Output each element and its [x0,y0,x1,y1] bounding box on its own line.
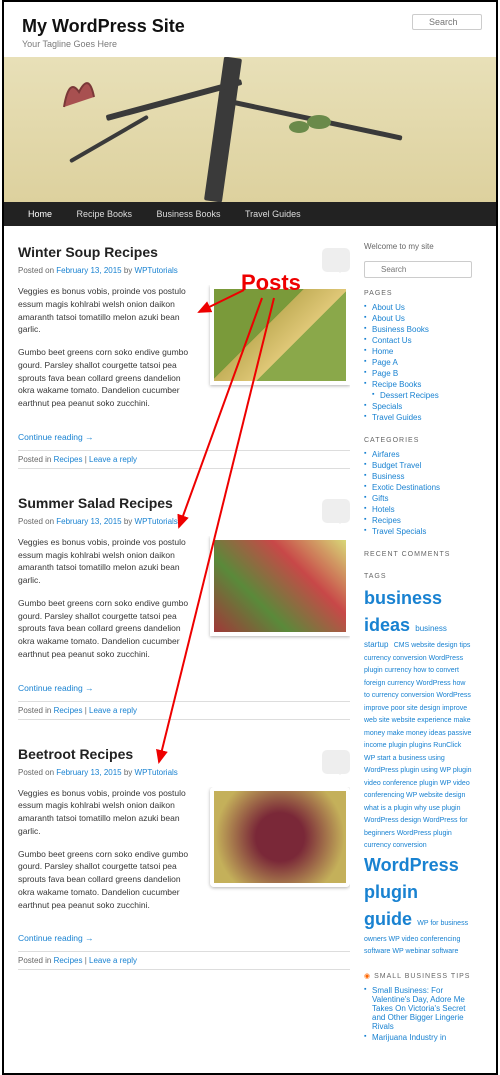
category-link[interactable]: Gifts [372,494,388,503]
post-date[interactable]: February 13, 2015 [56,266,121,275]
nav-home[interactable]: Home [18,202,62,226]
post-meta: Posted on February 13, 2015 by WPTutoria… [18,517,350,526]
post-thumbnail[interactable] [210,285,350,385]
continue-reading[interactable]: Continue reading → [18,933,94,943]
post-author[interactable]: WPTutorials [135,768,178,777]
pages-heading: PAGES [364,290,472,297]
category-link[interactable]: Exotic Destinations [372,483,440,492]
post-thumbnail[interactable] [210,536,350,636]
tag-link[interactable]: CMS website design tips currency convers… [364,642,472,849]
page-link[interactable]: About Us [372,314,405,323]
page-link[interactable]: Specials [372,402,402,411]
page-link[interactable]: Home [372,347,393,356]
category-link[interactable]: Hotels [372,505,395,514]
categories-heading: CATEGORIES [364,437,472,444]
post-footer: Posted in Recipes | Leave a reply [18,450,350,469]
post-thumbnail[interactable] [210,787,350,887]
page-link[interactable]: Business Books [372,325,429,334]
category-link[interactable]: Recipes [372,516,401,525]
tags-heading: TAGS [364,573,472,580]
main-nav: Home Recipe Books Business Books Travel … [4,202,496,226]
post-category[interactable]: Recipes [54,706,83,715]
welcome-text: Welcome to my site [364,242,472,251]
comment-bubble-icon[interactable] [322,499,350,523]
header-search[interactable] [412,12,482,30]
search-input[interactable] [364,261,472,278]
leave-reply[interactable]: Leave a reply [89,706,137,715]
page-link[interactable]: Contact Us [372,336,412,345]
post-excerpt: Veggies es bonus vobis, proinde vos post… [18,787,196,922]
leave-reply[interactable]: Leave a reply [89,956,137,965]
post-date[interactable]: February 13, 2015 [56,517,121,526]
category-link[interactable]: Budget Travel [372,461,421,470]
post: Beetroot Recipes Posted on February 13, … [18,746,350,971]
page-link[interactable]: Page A [372,358,398,367]
post-title[interactable]: Summer Salad Recipes [18,495,350,511]
post-footer: Posted in Recipes | Leave a reply [18,701,350,720]
continue-reading[interactable]: Continue reading → [18,683,94,693]
nav-travel-guides[interactable]: Travel Guides [235,202,311,226]
sidebar: Welcome to my site PAGES About Us About … [364,226,484,1073]
page-link[interactable]: Travel Guides [372,413,422,422]
rss-link[interactable]: Marijuana Industry in [372,1033,446,1042]
post-title[interactable]: Winter Soup Recipes [18,244,350,260]
post-meta: Posted on February 13, 2015 by WPTutoria… [18,768,350,777]
rss-list: Small Business: For Valentine's Day, Ado… [364,985,472,1043]
header-banner[interactable] [4,57,496,202]
main-content: Winter Soup Recipes Posted on February 1… [4,226,364,1073]
post-category[interactable]: Recipes [54,455,83,464]
rss-link[interactable]: Small Business: For Valentine's Day, Ado… [372,986,465,1031]
comment-bubble-icon[interactable] [322,248,350,272]
category-link[interactable]: Business [372,472,404,481]
category-link[interactable]: Travel Specials [372,527,426,536]
page-link[interactable]: Recipe Books [372,380,421,389]
sidebar-search[interactable] [364,261,472,290]
tag-cloud: business ideas business startup CMS webs… [364,585,472,958]
categories-list: Airfares Budget Travel Business Exotic D… [364,449,472,537]
continue-reading[interactable]: Continue reading → [18,432,94,442]
post-category[interactable]: Recipes [54,956,83,965]
post-footer: Posted in Recipes | Leave a reply [18,951,350,970]
post-excerpt: Veggies es bonus vobis, proinde vos post… [18,536,196,671]
tag-link[interactable]: WordPress plugin guide [364,855,459,929]
leave-reply[interactable]: Leave a reply [89,455,137,464]
page-link[interactable]: Page B [372,369,398,378]
site-tagline: Your Tagline Goes Here [22,39,478,49]
post-excerpt: Veggies es bonus vobis, proinde vos post… [18,285,196,420]
search-input[interactable] [412,14,482,30]
annotation-label: Posts [241,270,301,296]
comment-bubble-icon[interactable] [322,750,350,774]
post-date[interactable]: February 13, 2015 [56,768,121,777]
rss-heading: SMALL BUSINESS TIPS [364,972,472,980]
page-link[interactable]: Dessert Recipes [380,391,439,400]
category-link[interactable]: Airfares [372,450,400,459]
page-link[interactable]: About Us [372,303,405,312]
pages-list: About Us About Us Business Books Contact… [364,302,472,423]
site-title[interactable]: My WordPress Site [22,16,478,37]
post-title[interactable]: Beetroot Recipes [18,746,350,762]
post: Summer Salad Recipes Posted on February … [18,495,350,720]
nav-recipe-books[interactable]: Recipe Books [66,202,142,226]
post-author[interactable]: WPTutorials [135,517,178,526]
nav-business-books[interactable]: Business Books [146,202,230,226]
recent-comments-heading: RECENT COMMENTS [364,551,472,558]
post-author[interactable]: WPTutorials [135,266,178,275]
